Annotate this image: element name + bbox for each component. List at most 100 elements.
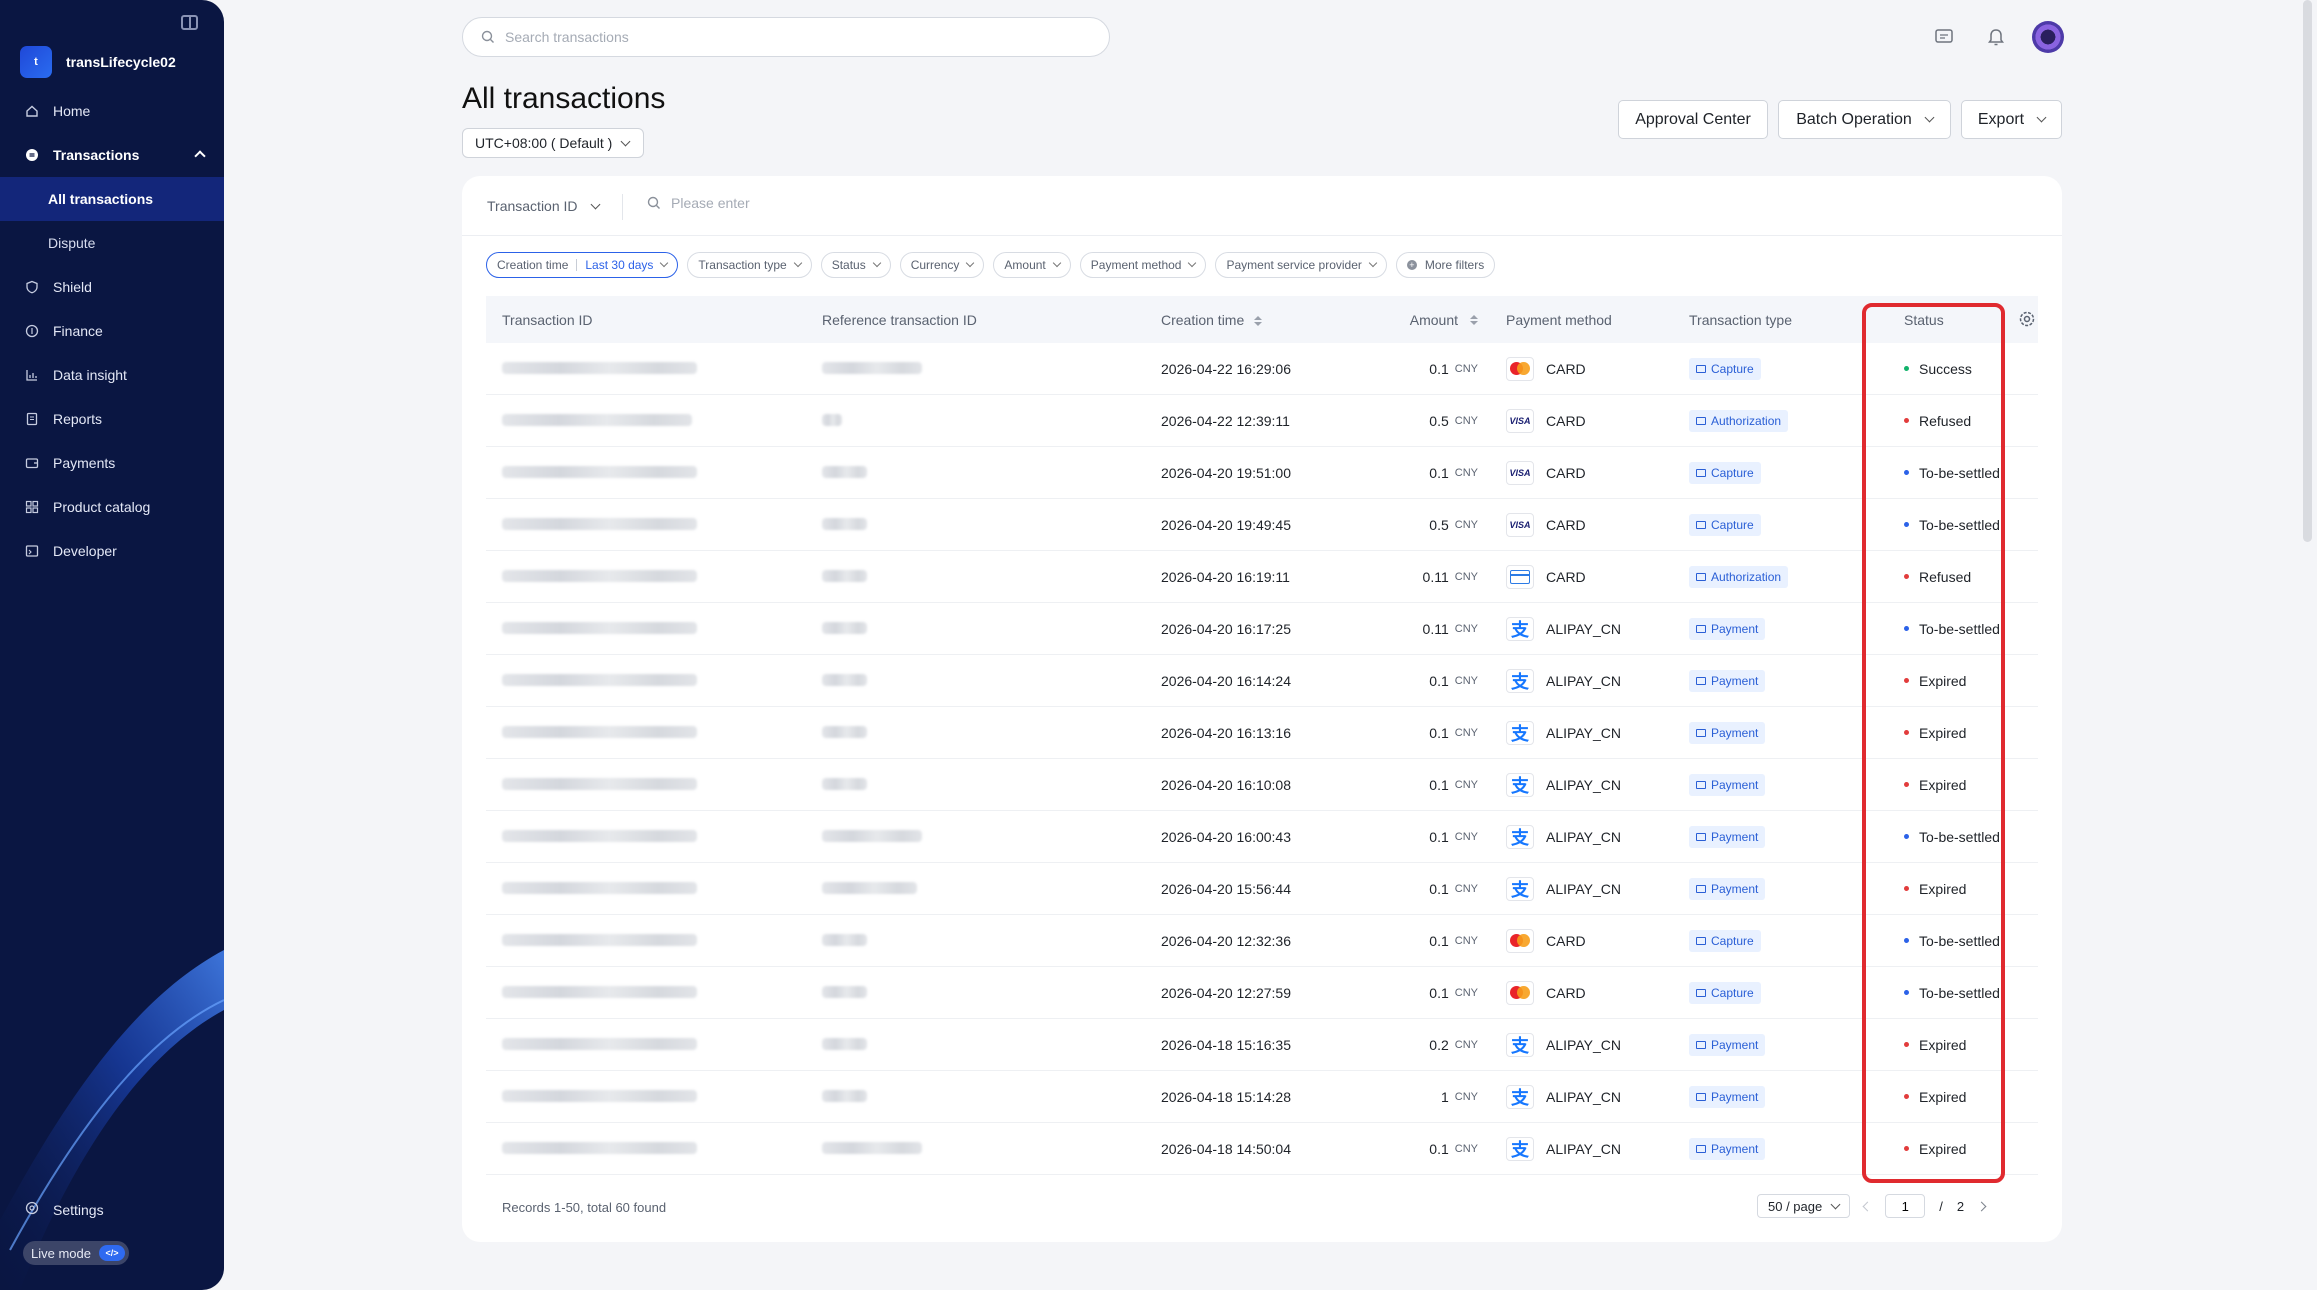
transaction-id-cell[interactable] xyxy=(502,829,697,845)
table-row[interactable]: 2026-04-20 16:10:08 0.1 CNY 支 ALIPAY_CN Payme… xyxy=(486,759,2038,811)
table-row[interactable]: 2026-04-20 12:32:36 0.1 CNY CARD Capture To-b… xyxy=(486,915,2038,967)
avatar[interactable] xyxy=(2032,21,2064,53)
sidebar-item-transactions[interactable]: Transactions xyxy=(0,133,224,177)
chevron-down-icon xyxy=(590,199,600,209)
filter-transaction-type[interactable]: Transaction type xyxy=(687,252,812,278)
transaction-id-cell[interactable] xyxy=(502,413,692,429)
table-row[interactable]: 2026-04-18 14:50:04 0.1 CNY 支 ALIPAY_CN Payme… xyxy=(486,1123,2038,1175)
redacted-value xyxy=(502,569,697,582)
live-mode-switch[interactable]: Live mode </> xyxy=(23,1241,129,1265)
bell-icon[interactable] xyxy=(1980,21,2012,53)
column-header-creation-time[interactable]: Creation time xyxy=(1161,312,1263,328)
filter-amount[interactable]: Amount xyxy=(993,252,1071,278)
transaction-id-cell[interactable] xyxy=(502,361,697,377)
table-row[interactable]: 2026-04-18 15:14:28 1 CNY 支 ALIPAY_CN Payment… xyxy=(486,1071,2038,1123)
transaction-id-cell[interactable] xyxy=(502,1037,697,1053)
transaction-id-cell[interactable] xyxy=(502,725,697,741)
creation-time-cell: 2026-04-20 16:13:16 xyxy=(1161,724,1291,741)
sidebar-item-data-insight[interactable]: Data insight xyxy=(0,353,224,397)
payment-method-logo: 支 xyxy=(1506,668,1534,693)
transaction-id-cell[interactable] xyxy=(502,1089,697,1105)
table-row[interactable]: 2026-04-20 16:17:25 0.11 CNY 支 ALIPAY_CN Paym… xyxy=(486,603,2038,655)
page-scrollbar[interactable] xyxy=(2303,0,2312,542)
sort-icon[interactable] xyxy=(1254,315,1263,326)
sidebar-item-product-catalog[interactable]: Product catalog xyxy=(0,485,224,529)
transaction-id-cell[interactable] xyxy=(502,673,697,689)
sidebar-item-developer[interactable]: Developer xyxy=(0,529,224,573)
filter-label: Creation time xyxy=(497,258,569,272)
batch-operation-button[interactable]: Batch Operation xyxy=(1778,100,1951,139)
transaction-id-cell[interactable] xyxy=(502,1141,697,1157)
sidebar-item-reports[interactable]: Reports xyxy=(0,397,224,441)
brand[interactable]: t transLifecycle02 xyxy=(20,46,176,78)
redacted-value xyxy=(822,413,842,426)
table-row[interactable]: 2026-04-20 19:51:00 0.1 CNY VISA CARD Capture… xyxy=(486,447,2038,499)
redacted-value xyxy=(502,1037,697,1050)
sidebar-item-payments[interactable]: Payments xyxy=(0,441,224,485)
grid-icon xyxy=(25,500,39,514)
column-settings-icon[interactable] xyxy=(2018,310,2036,331)
approval-center-button[interactable]: Approval Center xyxy=(1618,100,1768,139)
filter-currency[interactable]: Currency xyxy=(899,252,985,278)
payment-method-logo: 支 xyxy=(1506,824,1534,849)
table-row[interactable]: 2026-04-18 15:16:35 0.2 CNY 支 ALIPAY_CN Payme… xyxy=(486,1019,2038,1071)
table-row[interactable]: 2026-04-22 16:29:06 0.1 CNY CARD Capture Succ… xyxy=(486,343,2038,395)
reference-id-cell xyxy=(822,1089,867,1105)
search-field-select[interactable]: Transaction ID xyxy=(487,198,600,214)
transaction-id-cell[interactable] xyxy=(502,933,697,949)
search-input[interactable] xyxy=(505,29,1065,45)
timezone-select[interactable]: UTC+08:00 ( Default ) xyxy=(462,128,645,158)
sidebar-item-all-transactions[interactable]: All transactions xyxy=(0,177,224,221)
more-filters-button[interactable]: + More filters xyxy=(1395,252,1496,278)
column-header-amount[interactable]: Amount xyxy=(1410,312,1478,328)
next-page-icon[interactable] xyxy=(1976,1201,1987,1211)
reference-id-cell xyxy=(822,829,922,845)
table-row[interactable]: 2026-04-20 16:14:24 0.1 CNY 支 ALIPAY_CN Payme… xyxy=(486,655,2038,707)
filter-payment-method[interactable]: Payment method xyxy=(1079,252,1207,278)
transaction-id-cell[interactable] xyxy=(502,517,697,533)
live-mode-toggle[interactable]: </> xyxy=(98,1245,125,1261)
page-size-select[interactable]: 50 / page xyxy=(1757,1194,1851,1218)
transaction-id-cell[interactable] xyxy=(502,465,697,481)
sort-icon[interactable] xyxy=(1470,314,1478,325)
feedback-icon[interactable] xyxy=(1928,21,1960,53)
export-button[interactable]: Export xyxy=(1961,100,2062,139)
payment-method-value: ALIPAY_CN xyxy=(1546,776,1621,793)
mastercard-icon xyxy=(1510,934,1530,947)
transaction-id-cell[interactable] xyxy=(502,985,697,1001)
table-row[interactable]: 2026-04-20 15:56:44 0.1 CNY 支 ALIPAY_CN Payme… xyxy=(486,863,2038,915)
payment-method-cell: CARD xyxy=(1506,564,1586,589)
transaction-type-tag: Payment xyxy=(1689,1085,1766,1108)
id-search-input[interactable] xyxy=(671,195,1071,211)
status-dot-icon xyxy=(1904,522,1909,527)
table-row[interactable]: 2026-04-20 19:49:45 0.5 CNY VISA CARD Capture… xyxy=(486,499,2038,551)
id-search[interactable] xyxy=(647,195,1071,211)
prev-page-icon[interactable] xyxy=(1862,1201,1873,1211)
chevron-down-icon xyxy=(2036,112,2047,123)
creation-time-cell: 2026-04-20 15:56:44 xyxy=(1161,880,1291,897)
table-row[interactable]: 2026-04-22 12:39:11 0.5 CNY VISA CARD Authori… xyxy=(486,395,2038,447)
sidebar-item-finance[interactable]: Finance xyxy=(0,309,224,353)
sidebar-item-shield[interactable]: Shield xyxy=(0,265,224,309)
sidebar-item-home[interactable]: Home xyxy=(0,89,224,133)
table-row[interactable]: 2026-04-20 16:13:16 0.1 CNY 支 ALIPAY_CN Payme… xyxy=(486,707,2038,759)
table-row[interactable]: 2026-04-20 12:27:59 0.1 CNY CARD Capture To-b… xyxy=(486,967,2038,1019)
creation-time-cell: 2026-04-20 19:49:45 xyxy=(1161,516,1291,533)
filter-status[interactable]: Status xyxy=(820,252,891,278)
sidebar-item-dispute[interactable]: Dispute xyxy=(0,221,224,265)
sidebar-item-settings[interactable]: Settings xyxy=(25,1201,104,1218)
collapse-sidebar-icon[interactable] xyxy=(181,15,198,30)
transactions-card: Transaction ID Creation time Last 30 day… xyxy=(462,176,2062,1242)
global-search[interactable] xyxy=(462,17,1110,57)
transaction-id-cell[interactable] xyxy=(502,881,697,897)
filter-payment-service-provider[interactable]: Payment service provider xyxy=(1215,252,1387,278)
transaction-id-cell[interactable] xyxy=(502,569,697,585)
status-value: To-be-settled xyxy=(1919,828,2000,845)
table-row[interactable]: 2026-04-20 16:19:11 0.11 CNY CARD Authorizat… xyxy=(486,551,2038,603)
transaction-id-cell[interactable] xyxy=(502,621,697,637)
status-value: Expired xyxy=(1919,1088,1967,1105)
page-number-input[interactable] xyxy=(1885,1194,1926,1218)
transaction-id-cell[interactable] xyxy=(502,777,697,793)
table-row[interactable]: 2026-04-20 16:00:43 0.1 CNY 支 ALIPAY_CN Payme… xyxy=(486,811,2038,863)
filter-creation-time[interactable]: Creation time Last 30 days xyxy=(486,252,679,278)
